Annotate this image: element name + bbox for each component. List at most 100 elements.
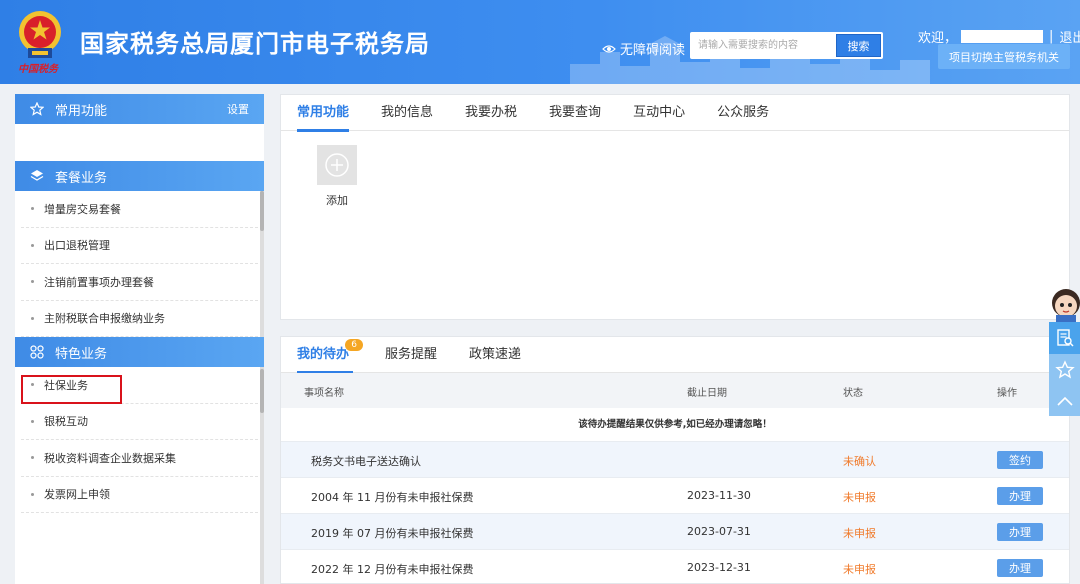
- left-sidebar: 常用功能 设置 套餐业务 增量房交易套餐 出口退税管理 注销前置事项办理套餐 主…: [15, 94, 264, 584]
- sign-button[interactable]: 签约: [997, 451, 1043, 469]
- bullet-dot: [31, 419, 34, 423]
- package-business-header[interactable]: 套餐业务: [15, 161, 264, 191]
- scrollbar-thumb[interactable]: [260, 369, 264, 413]
- row-status: 未申报: [843, 527, 876, 540]
- todo-count-badge: 6: [345, 339, 364, 351]
- sidebar-item-package-0[interactable]: 增量房交易套餐: [21, 191, 258, 228]
- todo-notice: 该待办提醒结果仅供参考,如已经办理请忽略！: [578, 419, 772, 430]
- handle-button[interactable]: 办理: [997, 523, 1043, 541]
- tab-my-info[interactable]: 我的信息: [365, 95, 449, 131]
- document-search-icon: [1056, 328, 1074, 347]
- sidebar-item-label: 主附税联合申报缴纳业务: [44, 312, 165, 326]
- handle-button[interactable]: 办理: [997, 559, 1043, 577]
- column-header-deadline: 截止日期: [687, 388, 727, 399]
- row-status: 未确认: [843, 455, 876, 468]
- float-favorite-button[interactable]: [1049, 354, 1080, 385]
- tab-policy-express[interactable]: 政策速递: [453, 337, 537, 373]
- sidebar-item-featured-2[interactable]: 税收资料调查企业数据采集: [21, 440, 258, 477]
- tax-emblem-icon: [19, 11, 61, 58]
- sidebar-item-label: 出口退税管理: [44, 239, 110, 253]
- search-input[interactable]: [690, 32, 836, 59]
- table-row: 2004 年 11 月份有未申报社保费 2023-11-30 未申报 办理: [281, 477, 1069, 513]
- sidebar-item-featured-3[interactable]: 发票网上申领: [21, 477, 258, 513]
- featured-business-list: 社保业务 银税互动 税收资料调查企业数据采集 发票网上申领: [15, 367, 264, 513]
- site-header: 中国税务 国家税务总局厦门市电子税务局 无障碍阅读 搜索 欢迎， | 退出 项目…: [0, 0, 1080, 84]
- table-row: 税务文书电子送达确认 未确认 签约: [281, 441, 1069, 477]
- row-name: 2022 年 12 月份有未申报社保费: [311, 563, 474, 576]
- search-box: 搜索: [690, 32, 883, 59]
- table-row: 2019 年 07 月份有未申报社保费 2023-07-31 未申报 办理: [281, 513, 1069, 549]
- accessible-reading-label: 无障碍阅读: [620, 43, 686, 58]
- bullet-dot: [31, 383, 34, 387]
- bullet-dot: [31, 316, 34, 320]
- tab-interaction-center[interactable]: 互动中心: [617, 95, 701, 131]
- sidebar-item-label: 社保业务: [44, 378, 88, 392]
- common-functions-panel: 常用功能 我的信息 我要办税 我要查询 互动中心 公众服务 添加: [280, 94, 1070, 320]
- username-redacted: [961, 30, 1044, 43]
- tab-query[interactable]: 我要查询: [533, 95, 617, 131]
- accessible-reading-link[interactable]: 无障碍阅读: [602, 39, 685, 58]
- sidebar-item-package-2[interactable]: 注销前置事项办理套餐: [21, 264, 258, 301]
- right-float-toolbar: [1049, 322, 1080, 416]
- tab-public-services[interactable]: 公众服务: [701, 95, 785, 131]
- package-list-scrollbar[interactable]: [260, 191, 264, 337]
- eye-icon: [602, 44, 616, 53]
- bullet-dot: [31, 243, 34, 247]
- todo-panel: 我的待办 6 服务提醒 政策速递 事项名称 截止日期 状态 操作 该待办提醒结果…: [280, 336, 1070, 584]
- row-name: 税务文书电子送达确认: [311, 455, 421, 468]
- sidebar-item-package-3[interactable]: 主附税联合申报缴纳业务: [21, 301, 258, 337]
- grid-icon: [27, 345, 47, 359]
- bullet-dot: [31, 492, 34, 496]
- column-header-action: 操作: [997, 388, 1017, 399]
- switch-tax-authority-button[interactable]: 项目切换主管税务机关: [938, 44, 1070, 69]
- layers-icon: [27, 169, 47, 183]
- float-doc-search-button[interactable]: [1049, 322, 1080, 353]
- column-header-status: 状态: [843, 388, 863, 399]
- todo-tabs: 我的待办 6 服务提醒 政策速递: [281, 337, 1069, 374]
- featured-business-header[interactable]: 特色业务: [15, 337, 264, 367]
- tab-common-functions[interactable]: 常用功能: [281, 95, 365, 132]
- sidebar-item-featured-1[interactable]: 银税互动: [21, 404, 258, 440]
- scrollbar-thumb[interactable]: [260, 191, 264, 231]
- settings-link[interactable]: 设置: [227, 101, 249, 117]
- site-title: 国家税务总局厦门市电子税务局: [80, 30, 430, 58]
- column-header-name: 事项名称: [304, 388, 344, 399]
- sidebar-item-label: 税收资料调查企业数据采集: [44, 451, 176, 465]
- todo-table-header: 事项名称 截止日期 状态 操作: [281, 373, 1069, 408]
- package-business-list: 增量房交易套餐 出口退税管理 注销前置事项办理套餐 主附税联合申报缴纳业务: [15, 191, 264, 337]
- star-icon: [27, 102, 47, 116]
- tab-my-todos-label: 我的待办: [297, 347, 350, 362]
- bullet-dot: [31, 280, 34, 284]
- plus-circle-icon: [325, 153, 349, 177]
- float-back-to-top-button[interactable]: [1049, 385, 1080, 416]
- sidebar-item-package-1[interactable]: 出口退税管理: [21, 228, 258, 264]
- row-deadline: 2023-07-31: [687, 525, 751, 538]
- sidebar-item-label: 银税互动: [44, 415, 88, 429]
- star-outline-icon: [1054, 359, 1075, 378]
- tab-my-todos[interactable]: 我的待办 6: [281, 337, 369, 374]
- table-row: 2022 年 12 月份有未申报社保费 2023-12-31 未申报 办理: [281, 549, 1069, 583]
- add-function-button[interactable]: [317, 145, 357, 185]
- row-deadline: 2023-12-31: [687, 561, 751, 574]
- emblem-script-text: 中国税务: [18, 64, 58, 75]
- row-name: 2019 年 07 月份有未申报社保费: [311, 527, 474, 540]
- sidebar-item-label: 注销前置事项办理套餐: [44, 275, 154, 289]
- bullet-dot: [31, 456, 34, 460]
- tab-file-taxes[interactable]: 我要办税: [449, 95, 533, 131]
- sidebar-item-label: 增量房交易套餐: [44, 202, 121, 216]
- package-business-title: 套餐业务: [55, 170, 108, 186]
- add-function-label: 添加: [326, 194, 348, 207]
- row-name: 2004 年 11 月份有未申报社保费: [311, 491, 474, 504]
- sidebar-item-social-insurance[interactable]: 社保业务: [21, 367, 258, 404]
- row-status: 未申报: [843, 491, 876, 504]
- assistant-mascot-icon[interactable]: [1048, 285, 1080, 325]
- search-button[interactable]: 搜索: [836, 34, 881, 57]
- main-tabs: 常用功能 我的信息 我要办税 我要查询 互动中心 公众服务: [281, 95, 1069, 132]
- featured-list-scrollbar[interactable]: [260, 367, 264, 584]
- separator: |: [1049, 29, 1054, 44]
- chevron-up-icon: [1056, 396, 1073, 406]
- common-functions-title: 常用功能: [55, 103, 108, 119]
- handle-button[interactable]: 办理: [997, 487, 1043, 505]
- row-status: 未申报: [843, 563, 876, 576]
- tab-service-reminders[interactable]: 服务提醒: [369, 337, 453, 373]
